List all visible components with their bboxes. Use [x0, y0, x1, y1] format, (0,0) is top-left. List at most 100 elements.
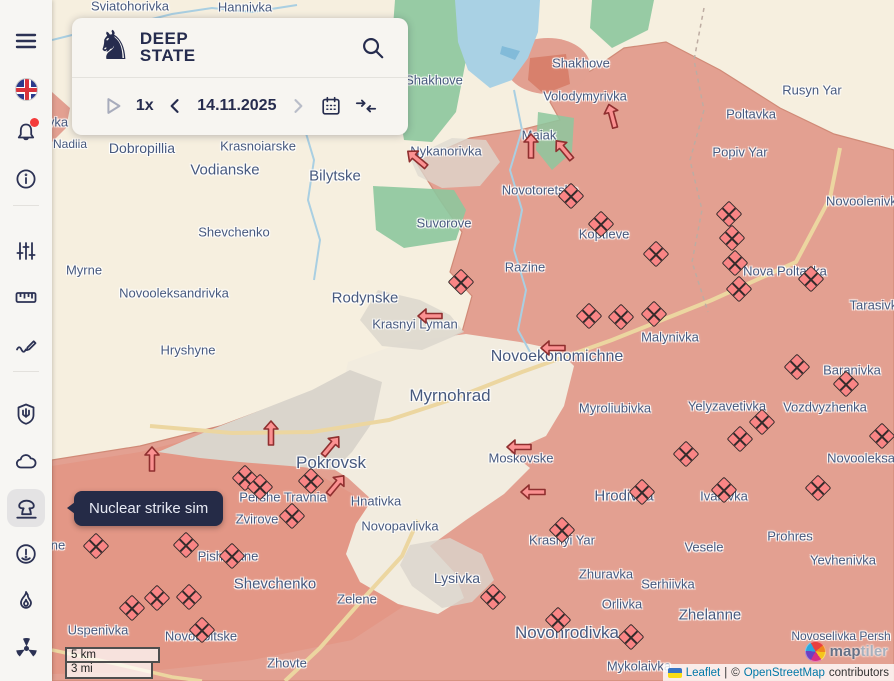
- map-place-label: Razine: [505, 260, 545, 275]
- unit-marker[interactable]: [176, 584, 203, 611]
- map-place-label: Krasnyi Lyman: [372, 317, 458, 332]
- unit-marker[interactable]: [784, 354, 811, 381]
- unit-marker[interactable]: [83, 533, 110, 560]
- unit-marker[interactable]: [643, 241, 670, 268]
- unit-marker[interactable]: [480, 584, 507, 611]
- map-place-label: Baranivka: [823, 363, 881, 378]
- deepstate-logo-icon: ♞: [96, 26, 132, 66]
- unit-marker[interactable]: [641, 301, 668, 328]
- map-place-label: Rusyn Yar: [782, 83, 842, 98]
- unit-marker[interactable]: [716, 201, 743, 228]
- ruler-icon[interactable]: [7, 278, 45, 316]
- map-place-label: Myrne: [66, 263, 102, 278]
- unit-marker[interactable]: [119, 595, 146, 622]
- map-place-label: Hannivka: [218, 0, 272, 15]
- map-place-label: Malynivka: [641, 330, 699, 345]
- sidebar-divider: [13, 205, 39, 206]
- attribution-separator: |: [724, 667, 727, 679]
- unit-marker[interactable]: [448, 269, 475, 296]
- shield-trident-icon[interactable]: [7, 395, 45, 433]
- map-place-label: Dobropillia: [109, 140, 175, 156]
- language-flag-icon[interactable]: [7, 70, 45, 108]
- advance-arrow-icon: [144, 446, 160, 472]
- map-place-label: Vodianske: [190, 162, 259, 179]
- map-place-label: Novooleksandrivka: [827, 451, 894, 466]
- speed-label[interactable]: 1x: [136, 97, 154, 115]
- timeline-row: 1x 14.11.2025: [72, 77, 408, 134]
- unit-marker[interactable]: [719, 225, 746, 252]
- map-place-label: Shakhove: [405, 73, 463, 88]
- map-place-label: vka: [52, 115, 68, 130]
- unit-marker[interactable]: [726, 276, 753, 303]
- unit-marker[interactable]: [673, 441, 700, 468]
- jump-to-date-icon[interactable]: [354, 95, 378, 117]
- info-icon[interactable]: [7, 160, 45, 198]
- osm-link[interactable]: OpenStreetMap: [744, 667, 825, 679]
- draw-icon[interactable]: [7, 325, 45, 363]
- control-panel: ♞ DEEP STATE 1x 14.11.2025: [72, 18, 408, 135]
- brand-line2: STATE: [140, 48, 196, 65]
- unit-marker[interactable]: [618, 624, 645, 651]
- unit-marker[interactable]: [144, 585, 171, 612]
- tooltip-text: Nuclear strike sim: [89, 500, 208, 517]
- map-attribution: Leaflet | © OpenStreetMap contributors: [663, 664, 894, 681]
- date-display[interactable]: 14.11.2025: [197, 97, 276, 115]
- map-place-label: Vozdvyzhenka: [783, 400, 867, 415]
- map-place-label: Myrnohrad: [409, 386, 490, 406]
- search-icon[interactable]: [360, 35, 386, 61]
- advance-arrow-icon: [520, 484, 546, 500]
- prev-day-button[interactable]: [165, 96, 185, 116]
- scale-km: 5 km: [65, 647, 160, 663]
- map-place-label: Prohres: [767, 529, 813, 544]
- map-place-label: Krasnoiarske: [220, 139, 296, 154]
- map-place-label: Sviatohorivka: [91, 0, 169, 14]
- unit-marker[interactable]: [805, 475, 832, 502]
- play-button[interactable]: [102, 95, 124, 117]
- next-day-button[interactable]: [288, 96, 308, 116]
- map-place-label: Suvorove: [417, 216, 472, 231]
- map-place-label: Vesele: [684, 540, 723, 555]
- notification-badge: [30, 118, 39, 127]
- map-place-label: Shakhove: [552, 56, 610, 71]
- unit-marker[interactable]: [727, 426, 754, 453]
- copyright-symbol: ©: [731, 667, 739, 679]
- unit-marker[interactable]: [869, 423, 894, 450]
- maptiler-text-bold: map: [830, 643, 861, 660]
- advance-arrow-icon: [506, 439, 532, 455]
- map-place-label: Hryshyne: [161, 343, 216, 358]
- advance-arrow-icon: [601, 101, 623, 130]
- unit-marker[interactable]: [219, 543, 246, 570]
- maptiler-icon: [805, 641, 826, 662]
- map-place-label: Yelyzavetivka: [688, 399, 766, 414]
- strike-alert-icon[interactable]: [7, 535, 45, 573]
- maptiler-logo[interactable]: maptiler: [805, 641, 888, 662]
- layers-settings-icon[interactable]: [7, 232, 45, 270]
- map-place-label: Zelene: [337, 592, 377, 607]
- calendar-icon[interactable]: [320, 95, 342, 117]
- map-place-label: Zhovte: [267, 656, 307, 671]
- map-place-label: Bilytske: [309, 168, 361, 185]
- map-place-label: Serhiivka: [641, 577, 694, 592]
- map-place-label: Poltavka: [726, 107, 776, 122]
- nuclear-sim-tooltip: Nuclear strike sim: [74, 491, 223, 526]
- weather-cloud-icon[interactable]: [7, 443, 45, 481]
- map-place-label: Novopavlivka: [361, 519, 438, 534]
- fire-icon[interactable]: [7, 582, 45, 620]
- unit-marker[interactable]: [279, 503, 306, 530]
- map-place-label: Myroliubivka: [579, 401, 651, 416]
- nuclear-strike-sim-icon[interactable]: [7, 489, 45, 527]
- map-place-label: Nadiia: [53, 137, 87, 151]
- scale-bar: 5 km 3 mi: [65, 647, 160, 679]
- map-place-label: Popiv Yar: [712, 145, 767, 160]
- menu-icon[interactable]: [7, 22, 45, 60]
- unit-marker[interactable]: [173, 532, 200, 559]
- uk-flag-icon: [15, 78, 38, 101]
- notifications-bell-icon[interactable]: [7, 113, 45, 151]
- maptiler-text-light: tiler: [860, 643, 888, 660]
- unit-marker[interactable]: [576, 303, 603, 330]
- unit-marker[interactable]: [608, 304, 635, 331]
- advance-arrow-icon: [523, 133, 539, 159]
- radiation-icon[interactable]: [7, 628, 45, 666]
- map-place-label: Shevchenko: [234, 576, 317, 593]
- leaflet-link[interactable]: Leaflet: [686, 667, 721, 679]
